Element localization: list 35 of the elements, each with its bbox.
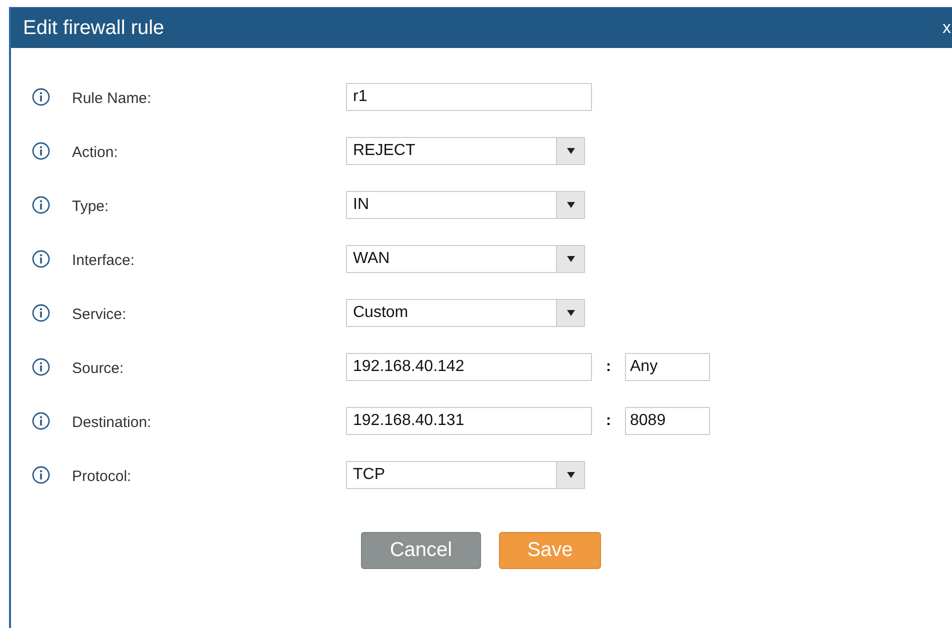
info-icon[interactable] [32, 88, 50, 106]
field-label: Interface: [72, 250, 136, 268]
caret-icon [566, 472, 574, 478]
caret-icon [566, 202, 574, 208]
address-input[interactable]: 192.168.40.142 [346, 352, 592, 380]
port-separator: : [605, 358, 612, 375]
field-label: Action: [72, 142, 119, 160]
info-icon[interactable] [32, 142, 50, 160]
dropdown[interactable]: Custom [346, 298, 585, 326]
dropdown[interactable]: WAN [346, 244, 585, 272]
info-icon[interactable] [32, 466, 50, 484]
field-label: Service: [72, 304, 128, 322]
field-label: Destination: [72, 412, 152, 430]
info-icon[interactable] [32, 358, 50, 376]
caret-icon [566, 256, 574, 262]
dropdown[interactable]: REJECT [346, 136, 585, 164]
address-input[interactable]: 192.168.40.131 [346, 406, 592, 434]
dropdown[interactable]: IN [346, 190, 585, 218]
caret-icon [566, 148, 574, 154]
field-label: Protocol: [72, 466, 132, 484]
caret-icon [566, 310, 574, 316]
port-separator: : [605, 412, 612, 429]
dropdown[interactable]: TCP [346, 460, 585, 488]
field-label: Type: [72, 196, 110, 214]
field-label: Rule Name: [72, 88, 152, 106]
port-input[interactable]: 8089 [625, 406, 710, 434]
info-icon[interactable] [32, 412, 50, 430]
text-input[interactable]: r1 [346, 82, 592, 110]
field-label: Source: [72, 358, 125, 376]
port-input[interactable]: Any [625, 352, 710, 380]
info-icon[interactable] [32, 304, 50, 322]
info-icon[interactable] [32, 250, 50, 268]
close-button[interactable]: x [942, 18, 951, 38]
dialog-title: Edit firewall rule [23, 16, 164, 40]
info-icon[interactable] [32, 196, 50, 214]
